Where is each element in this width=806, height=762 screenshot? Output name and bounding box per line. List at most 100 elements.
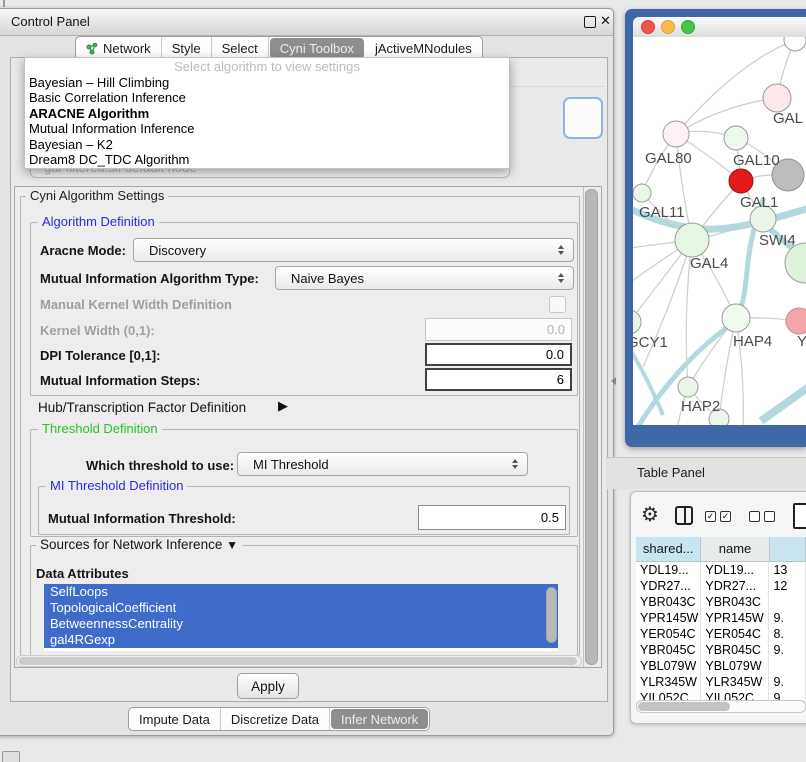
attribute-item[interactable]: BetweennessCentrality [44, 616, 558, 632]
algorithm-option[interactable]: Bayesian – Hill Climbing [25, 75, 509, 90]
table-cell[interactable]: YDL19... [701, 562, 769, 578]
network-node[interactable] [785, 243, 806, 283]
table-cell[interactable]: 9. [769, 642, 806, 658]
columns-icon[interactable] [675, 506, 693, 525]
combo-arrows-icon [558, 245, 564, 255]
which-threshold-combo[interactable]: MI Threshold [237, 452, 528, 476]
kernel-width-field[interactable]: 0.0 [425, 318, 572, 341]
table-cell[interactable] [769, 594, 806, 610]
manual-kernel-label: Manual Kernel Width Definition [40, 297, 232, 312]
network-edge[interactable] [676, 98, 777, 134]
mi-type-value: Naive Bayes [291, 271, 364, 286]
aracne-mode-combo[interactable]: Discovery [133, 238, 574, 262]
mi-threshold-group-title: MI Threshold Definition [46, 479, 187, 493]
expand-right-icon[interactable]: ▶ [278, 398, 288, 414]
table-cell[interactable]: YBL079W [701, 658, 769, 674]
node-label: GAL11 [639, 204, 685, 221]
table-panel-titlebar: Table Panel [606, 457, 806, 489]
hub-section-label[interactable]: Hub/Transcription Factor Definition [38, 400, 246, 415]
apply-button[interactable]: Apply [237, 673, 299, 699]
table-cell[interactable]: YPR145W [701, 610, 769, 626]
tab-impute-data[interactable]: Impute Data [129, 708, 221, 730]
network-view-window: GALGAL80GAL10GAL1SWI4GAL11GAL4GCY1HAP4YH… [625, 9, 806, 447]
table-cell[interactable]: YLR345W [636, 674, 701, 690]
network-window-titlebar[interactable] [633, 17, 806, 37]
table-cell[interactable]: YIL052C [636, 690, 701, 700]
minimize-window-button[interactable] [661, 20, 675, 34]
network-edge[interactable] [761, 384, 806, 421]
gear-icon[interactable]: ⚙ [641, 503, 663, 527]
attributes-list-scrollbar-thumb[interactable] [546, 587, 557, 643]
algorithm-option[interactable]: ARACNE Algorithm [25, 106, 509, 121]
algorithm-option[interactable]: Dream8 DC_TDC Algorithm [25, 152, 509, 167]
table-hscrollbar-thumb[interactable] [638, 702, 730, 711]
settings-vscrollbar-thumb[interactable] [585, 189, 598, 665]
settings-hscrollbar-thumb[interactable] [19, 657, 577, 665]
network-canvas[interactable]: GALGAL80GAL10GAL1SWI4GAL11GAL4GCY1HAP4YH… [633, 37, 806, 425]
combo-arrows-icon [512, 459, 518, 469]
table-row: YBR043CYBR043C [636, 594, 806, 610]
attribute-item[interactable]: SelfLoops [44, 584, 558, 600]
table-cell[interactable]: 9. [769, 610, 806, 626]
table-cell[interactable]: YBR045C [636, 642, 701, 658]
network-node-hap2[interactable] [678, 377, 698, 397]
table-cell[interactable]: YDR27... [701, 578, 769, 594]
export-table-icon[interactable] [793, 503, 806, 529]
table-cell[interactable]: 8. [769, 626, 806, 642]
network-node-gal4[interactable] [675, 223, 709, 257]
table-cell[interactable]: YIL052C [701, 690, 769, 700]
float-panel-icon[interactable] [584, 16, 596, 28]
algorithm-option[interactable]: Mutual Information Inference [25, 121, 509, 136]
algorithm-option[interactable]: Bayesian – K2 [25, 137, 509, 152]
mi-steps-field[interactable]: 6 [425, 368, 572, 391]
network-node-gcy1[interactable] [633, 310, 641, 334]
split-divider-arrow-icon[interactable] [611, 377, 616, 385]
column-header-cut[interactable] [770, 537, 806, 562]
network-node-gal10[interactable] [724, 126, 748, 150]
table-cell[interactable]: 12 [769, 578, 806, 594]
table-cell[interactable]: YBL079W [636, 658, 701, 674]
network-node-gal1[interactable] [729, 169, 753, 193]
tab-cyni-toolbox[interactable]: Cyni Toolbox [270, 38, 364, 59]
tab-discretize-data[interactable]: Discretize Data [221, 708, 330, 730]
grip-icon[interactable] [2, 751, 20, 762]
mi-threshold-field[interactable]: 0.5 [418, 505, 566, 530]
table-cell[interactable]: YBR043C [636, 594, 701, 610]
cyni-settings-group-title: Cyni Algorithm Settings [26, 189, 168, 203]
hidden-combo-focus-fragment[interactable] [563, 97, 603, 139]
column-header-name[interactable]: name [701, 537, 769, 562]
network-node-gal80[interactable] [663, 121, 689, 147]
network-node-hap4[interactable] [722, 304, 750, 332]
table-cell[interactable]: YBR045C [701, 642, 769, 658]
table-cell[interactable]: 9. [769, 690, 806, 700]
table-cell[interactable]: 9. [769, 674, 806, 690]
table-cell[interactable] [769, 658, 806, 674]
table-cell[interactable]: YER054C [701, 626, 769, 642]
attribute-item[interactable]: gal4RGexp [44, 632, 558, 648]
dpi-tolerance-field[interactable]: 0.0 [425, 343, 572, 366]
network-node-gal[interactable] [763, 84, 791, 112]
tab-infer-network[interactable]: Infer Network [331, 709, 428, 729]
attribute-item[interactable]: TopologicalCoefficient [44, 600, 558, 616]
network-node-y[interactable] [786, 308, 806, 334]
network-node-gal11[interactable] [633, 184, 651, 202]
manual-kernel-checkbox[interactable] [549, 296, 566, 313]
column-header-shared[interactable]: shared... [636, 537, 701, 562]
mi-type-combo[interactable]: Naive Bayes [275, 266, 574, 290]
table-cell[interactable]: YPR145W [636, 610, 701, 626]
table-cell[interactable]: YBR043C [701, 594, 769, 610]
sources-group-title[interactable]: Sources for Network Inference ▼ [36, 538, 242, 552]
deselect-all-checkboxes-icon[interactable] [749, 511, 779, 522]
zoom-window-button[interactable] [681, 20, 695, 34]
table-cell[interactable]: 13 [769, 562, 806, 578]
close-panel-icon[interactable]: ✕ [600, 13, 611, 29]
algorithm-option[interactable]: Basic Correlation Inference [25, 90, 509, 105]
table-cell[interactable]: YDL19... [636, 562, 701, 578]
table-cell[interactable]: YDR27... [636, 578, 701, 594]
network-node[interactable] [784, 37, 806, 51]
select-all-checkboxes-icon[interactable]: ✓✓ [705, 511, 735, 522]
hidden-group-border [505, 86, 605, 87]
close-window-button[interactable] [641, 20, 655, 34]
table-cell[interactable]: YLR345W [701, 674, 769, 690]
table-cell[interactable]: YER054C [636, 626, 701, 642]
